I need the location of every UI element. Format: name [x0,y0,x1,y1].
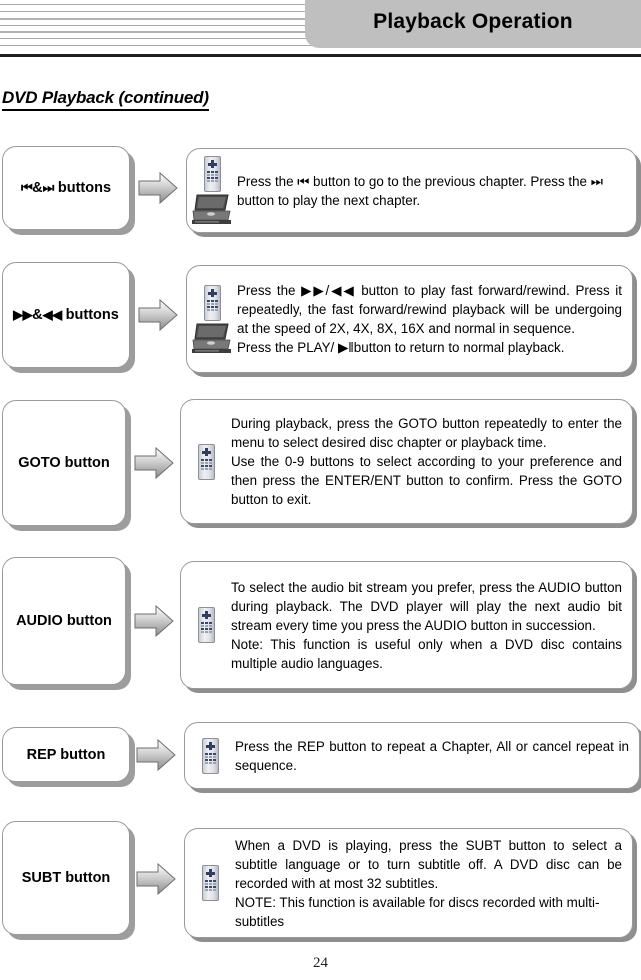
device-illustrations [185,737,235,774]
arrow-right-icon [136,862,176,896]
label-word: buttons [61,307,119,323]
content-box-fast-forward-rewind-buttons: Press the ▶▶/◀◀ button to play fast forw… [186,265,633,373]
instruction-text: Press the ▶▶/◀◀ button to play fast forw… [237,281,632,357]
paragraph: When a DVD is playing, press the SUBT bu… [235,837,622,891]
remote-control-icon [197,607,215,643]
label-box-text: REP button [26,746,106,763]
dvd-player-icon [192,194,232,225]
header-divider [0,54,641,57]
content-box-subt-button: When a DVD is playing, press the SUBT bu… [184,828,633,938]
label-box-text: AUDIO button [16,613,112,629]
arrow-right-icon [136,738,176,772]
label-box-text: SUBT button [21,870,111,886]
device-illustrations [181,607,231,643]
paragraph: To select the audio bit stream you prefe… [231,579,622,633]
page-title: Playback Operation [373,10,573,33]
instruction-text: To select the audio bit stream you prefe… [231,578,632,673]
section-title: DVD Playback (continued) [2,88,209,111]
label-box-audio-button[interactable]: AUDIO button [2,557,126,685]
label-word: buttons [53,180,112,196]
label-box-goto-button[interactable]: GOTO button [2,400,126,526]
paragraph: Use the 0-9 buttons to select according … [231,454,622,507]
remote-control-icon [201,865,219,901]
paragraph: Press the ▶▶/◀◀ button to play fast forw… [237,283,622,336]
remote-control-icon [203,284,221,321]
label-box-subt-button[interactable]: SUBT button [2,821,130,935]
ampersand: & [32,180,43,196]
content-box-audio-button: To select the audio bit stream you prefe… [180,561,633,689]
content-box-prev-next-buttons: Press the ⏮ button to go to the previous… [186,148,637,233]
arrow-right-icon [134,446,174,480]
ampersand: & [32,307,43,323]
label-box-text: ⏮&⏭ buttons [21,180,111,196]
instruction-text: Press the REP button to repeat a Chapter… [235,737,639,775]
page-header: Playback Operation [0,0,641,62]
fast-forward-icon: ▶▶ [13,307,33,322]
paragraph: NOTE: This function is available for dis… [235,894,600,929]
next-track-icon: ⏭ [42,180,55,195]
device-illustrations [181,443,231,480]
header-stripe-decoration [0,4,330,48]
rewind-icon: ◀◀ [42,307,63,322]
prev-track-icon: ⏮ [20,180,33,195]
paragraph: Press the PLAY/ ▶‖button to return to no… [237,340,565,355]
label-box-text: ▶▶&◀◀ buttons [13,307,119,323]
label-box-rep-button[interactable]: REP button [2,727,130,782]
label-box-prev-next-buttons[interactable]: ⏮&⏭ buttons [2,146,130,230]
arrow-right-icon [134,604,174,638]
device-illustrations [187,156,237,225]
content-box-rep-button: Press the REP button to repeat a Chapter… [184,722,640,789]
paragraph: Note: This function is useful only when … [231,636,622,671]
dvd-player-icon [192,323,232,354]
device-illustrations [185,865,235,901]
paragraph: Press the REP button to repeat a Chapter… [235,738,629,773]
instruction-text: When a DVD is playing, press the SUBT bu… [235,836,632,931]
device-illustrations [187,284,237,354]
label-box-text: GOTO button [18,455,110,471]
content-box-goto-button: During playback, press the GOTO button r… [180,399,633,524]
page-number: 24 [313,955,328,971]
arrow-right-icon [138,298,178,332]
instruction-text: During playback, press the GOTO button r… [231,414,632,509]
remote-control-icon [197,443,215,480]
paragraph: Press the ⏮ button to go to the previous… [237,173,603,208]
remote-control-icon [203,156,221,192]
paragraph: During playback, press the GOTO button r… [231,416,622,450]
arrow-right-icon [138,171,178,205]
instruction-text: Press the ⏮ button to go to the previous… [237,172,636,210]
label-box-fast-forward-rewind-buttons[interactable]: ▶▶&◀◀ buttons [2,262,130,368]
remote-control-icon [201,737,219,774]
